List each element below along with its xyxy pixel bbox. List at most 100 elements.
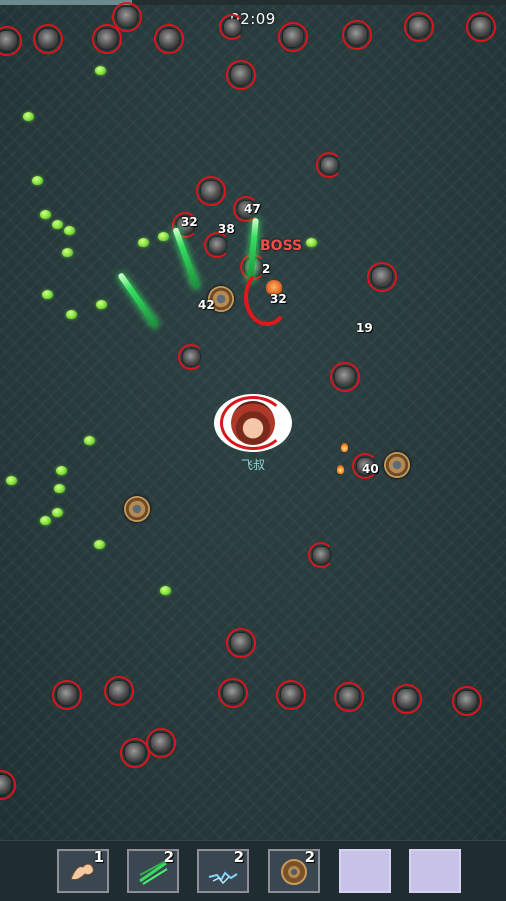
xp-gem-icon bbox=[52, 508, 63, 517]
skill-slot-6-empty[interactable] bbox=[409, 849, 461, 893]
gargoyle-enemy bbox=[120, 738, 150, 768]
xp-gem-icon bbox=[138, 238, 149, 247]
skill-level: 2 bbox=[304, 848, 315, 866]
xp-gem-icon bbox=[42, 290, 53, 299]
gargoyle-enemy bbox=[308, 542, 334, 568]
gargoyle-enemy bbox=[276, 680, 306, 710]
xp-progress-fill bbox=[0, 0, 132, 5]
xp-gem-icon bbox=[84, 436, 95, 445]
gargoyle-enemy bbox=[219, 14, 245, 40]
skill-level: 2 bbox=[233, 848, 244, 866]
gargoyle-icon bbox=[312, 546, 330, 564]
gargoyle-icon bbox=[372, 267, 392, 287]
player-health-arc bbox=[220, 396, 286, 450]
gargoyle-icon bbox=[0, 31, 17, 51]
boss-label: BOSS bbox=[260, 238, 303, 254]
gargoyle-enemy bbox=[33, 24, 63, 54]
skill-toolbar: 1 2 2 2 bbox=[0, 840, 506, 901]
gargoyle-icon bbox=[335, 367, 355, 387]
skill-level: 1 bbox=[93, 848, 104, 866]
gargoyle-enemy bbox=[316, 152, 342, 178]
xp-gem-icon bbox=[54, 484, 65, 493]
gargoyle-enemy bbox=[0, 770, 16, 800]
game-field[interactable]: 02:09 BOSS 47 32 38 32 42 19 40 2 飞叔 bbox=[0, 0, 506, 840]
skill-slot-3[interactable]: 2 bbox=[197, 848, 249, 893]
gargoyle-icon bbox=[231, 65, 251, 85]
skill-slot-5-empty[interactable] bbox=[339, 849, 391, 893]
xp-gem-icon bbox=[95, 66, 106, 75]
gargoyle-icon bbox=[117, 7, 137, 27]
xp-gem-icon bbox=[56, 466, 67, 475]
xp-gem-icon bbox=[158, 232, 169, 241]
gargoyle-enemy bbox=[342, 20, 372, 50]
damage-number: 40 bbox=[362, 462, 379, 476]
gargoyle-icon bbox=[38, 29, 58, 49]
damage-number: 32 bbox=[181, 215, 198, 229]
gargoyle-icon bbox=[223, 18, 241, 36]
gargoyle-icon bbox=[320, 156, 338, 174]
damage-number: 19 bbox=[356, 321, 373, 335]
gargoyle-icon bbox=[97, 29, 117, 49]
bronze-wheel-projectile bbox=[124, 496, 150, 522]
gargoyle-enemy bbox=[330, 362, 360, 392]
skill-slot-4[interactable]: 2 bbox=[268, 848, 320, 893]
xp-progress-bar bbox=[0, 0, 506, 5]
gargoyle-enemy bbox=[452, 686, 482, 716]
damage-number: 47 bbox=[244, 202, 261, 216]
gargoyle-enemy bbox=[392, 684, 422, 714]
gargoyle-enemy bbox=[226, 60, 256, 90]
gargoyle-icon bbox=[201, 181, 221, 201]
gargoyle-icon bbox=[57, 685, 77, 705]
xp-gem-icon bbox=[96, 300, 107, 309]
xp-gem-icon bbox=[52, 220, 63, 229]
gargoyle-icon bbox=[159, 29, 179, 49]
gargoyle-enemy bbox=[178, 344, 204, 370]
damage-number: 42 bbox=[198, 298, 215, 312]
gargoyle-enemy bbox=[92, 24, 122, 54]
gargoyle-icon bbox=[283, 27, 303, 47]
fire-spark-icon bbox=[341, 443, 348, 452]
xp-gem-icon bbox=[94, 540, 105, 549]
xp-gem-icon bbox=[160, 586, 171, 595]
gargoyle-icon bbox=[457, 691, 477, 711]
xp-gem-icon bbox=[6, 476, 17, 485]
xp-gem-icon bbox=[62, 248, 73, 257]
xp-gem-icon bbox=[306, 238, 317, 247]
gargoyle-enemy bbox=[404, 12, 434, 42]
player-name: 飞叔 bbox=[240, 458, 265, 472]
gargoyle-enemy bbox=[196, 176, 226, 206]
gargoyle-enemy bbox=[367, 262, 397, 292]
gargoyle-icon bbox=[339, 687, 359, 707]
gargoyle-enemy bbox=[146, 728, 176, 758]
gargoyle-icon bbox=[397, 689, 417, 709]
gargoyle-enemy bbox=[52, 680, 82, 710]
xp-gem-icon bbox=[32, 176, 43, 185]
gargoyle-enemy bbox=[226, 628, 256, 658]
gargoyle-icon bbox=[0, 775, 11, 795]
damage-number: 2 bbox=[262, 262, 271, 276]
gargoyle-enemy bbox=[466, 12, 496, 42]
gargoyle-icon bbox=[223, 683, 243, 703]
gargoyle-icon bbox=[151, 733, 171, 753]
damage-number: 38 bbox=[218, 222, 235, 236]
skill-slot-2[interactable]: 2 bbox=[127, 848, 179, 893]
skill-level: 2 bbox=[163, 848, 174, 866]
gargoyle-enemy bbox=[104, 676, 134, 706]
gargoyle-enemy bbox=[278, 22, 308, 52]
gargoyle-icon bbox=[281, 685, 301, 705]
fire-spark-icon bbox=[337, 465, 344, 474]
gargoyle-icon bbox=[208, 236, 226, 254]
gargoyle-enemy bbox=[154, 24, 184, 54]
xp-gem-icon bbox=[40, 210, 51, 219]
skill-slot-1[interactable]: 1 bbox=[57, 848, 109, 893]
damage-number: 32 bbox=[270, 292, 287, 306]
gargoyle-icon bbox=[409, 17, 429, 37]
xp-gem-icon bbox=[66, 310, 77, 319]
gargoyle-icon bbox=[109, 681, 129, 701]
xp-gem-icon bbox=[23, 112, 34, 121]
gargoyle-icon bbox=[471, 17, 491, 37]
gargoyle-icon bbox=[125, 743, 145, 763]
bronze-wheel-projectile bbox=[384, 452, 410, 478]
gargoyle-enemy bbox=[334, 682, 364, 712]
gargoyle-enemy bbox=[0, 26, 22, 56]
